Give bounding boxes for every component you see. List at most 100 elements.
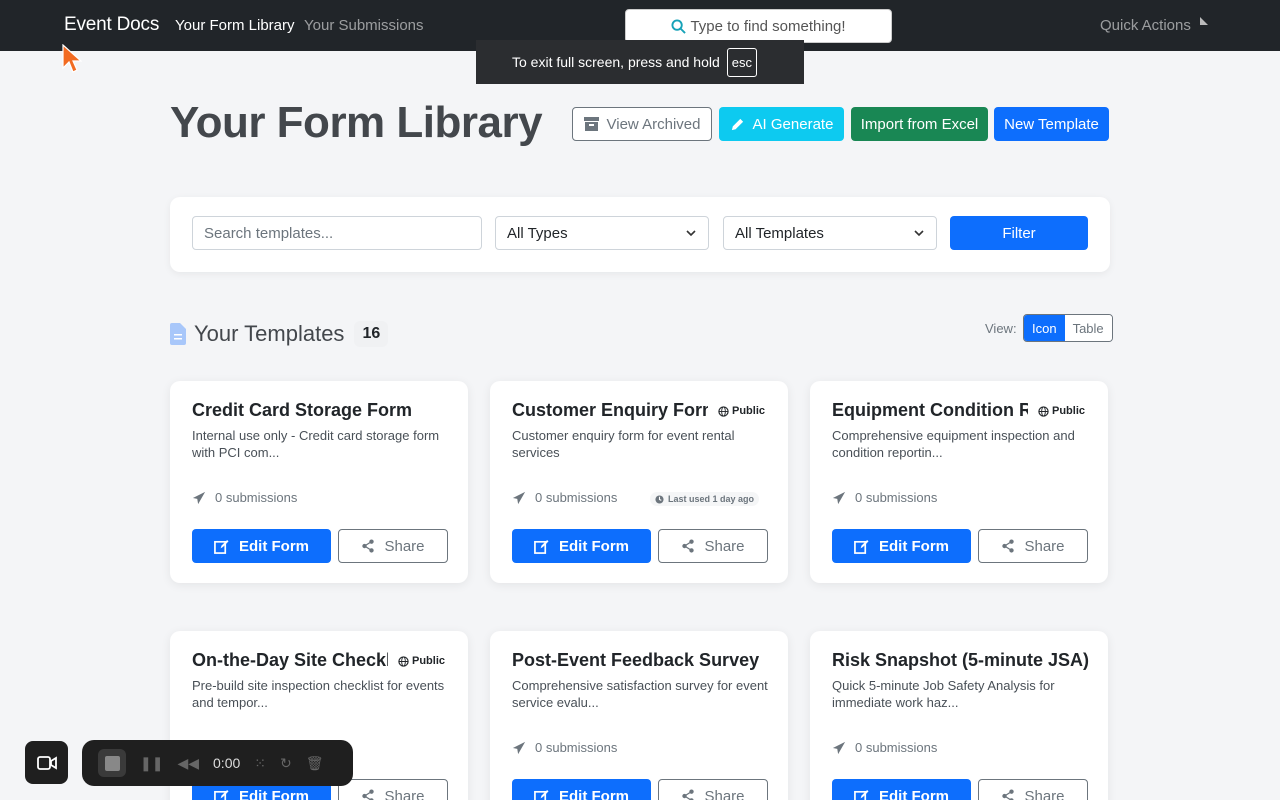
nav-link-submissions[interactable]: Your Submissions [304, 17, 424, 34]
card-title[interactable]: Risk Snapshot (5-minute JSA) [832, 650, 1102, 671]
rewind-icon[interactable]: ◀◀ [177, 755, 199, 772]
pause-icon[interactable]: ❚❚ [140, 755, 163, 772]
template-count-badge: 16 [354, 321, 389, 347]
submission-count: 0 submissions [832, 740, 937, 755]
import-excel-button[interactable]: Import from Excel [851, 107, 988, 141]
edit-form-label: Edit Form [239, 537, 309, 555]
stop-recording-button[interactable] [98, 749, 126, 777]
share-button[interactable]: Share [978, 779, 1088, 800]
filter-panel: Search templates... All Types All Templa… [170, 197, 1110, 272]
view-icon-option[interactable]: Icon [1024, 315, 1065, 341]
edit-form-button[interactable]: Edit Form [192, 529, 331, 563]
search-icon [671, 18, 687, 34]
template-card: Credit Card Storage Form Internal use on… [170, 381, 468, 583]
restart-icon[interactable]: ↻ [280, 755, 292, 772]
share-icon [682, 539, 695, 553]
card-description: Pre-build site inspection checklist for … [192, 678, 445, 710]
edit-form-button[interactable]: Edit Form [512, 779, 651, 800]
mouse-cursor-icon [62, 44, 82, 73]
template-card: Equipment Condition Report Public Compre… [810, 381, 1108, 583]
card-title[interactable]: Credit Card Storage Form [192, 400, 462, 421]
nav-link-form-library[interactable]: Your Form Library [175, 17, 295, 34]
edit-form-button[interactable]: Edit Form [832, 529, 971, 563]
type-select[interactable]: All Types [495, 216, 709, 250]
page-title: Your Form Library [170, 98, 543, 147]
view-label: View: [985, 321, 1017, 336]
quick-actions-menu[interactable]: Quick Actions [1100, 17, 1191, 34]
ai-generate-label: AI Generate [752, 115, 834, 133]
view-archived-button[interactable]: View Archived [572, 107, 712, 141]
edit-icon [534, 789, 549, 800]
public-badge: Public [1034, 405, 1086, 417]
share-button[interactable]: Share [658, 529, 768, 563]
template-scope-select[interactable]: All Templates [723, 216, 937, 250]
caret-icon [1200, 17, 1208, 25]
share-button[interactable]: Share [338, 529, 448, 563]
template-card: Customer Enquiry Form Public Customer en… [490, 381, 788, 583]
share-icon [362, 539, 375, 553]
global-search-input[interactable]: Type to find something! [625, 9, 892, 43]
grid-icon[interactable]: ⁙ [254, 755, 266, 772]
last-used-badge: Last used 1 day ago [650, 492, 760, 506]
global-search-placeholder: Type to find something! [690, 17, 846, 35]
edit-form-button[interactable]: Edit Form [832, 779, 971, 800]
card-title[interactable]: Equipment Condition Report [832, 400, 1028, 421]
new-template-label: New Template [1004, 115, 1099, 133]
view-toggle: Icon Table [1023, 314, 1113, 342]
submission-count-text: 0 submissions [535, 490, 618, 505]
view-archived-label: View Archived [606, 115, 701, 133]
filter-button[interactable]: Filter [950, 216, 1088, 250]
public-badge: Public [394, 655, 446, 667]
card-description: Comprehensive equipment inspection and c… [832, 428, 1075, 460]
share-label: Share [384, 787, 425, 800]
import-excel-label: Import from Excel [860, 115, 979, 133]
type-select-value: All Types [507, 224, 568, 242]
edit-form-button[interactable]: Edit Form [512, 529, 651, 563]
card-description: Quick 5-minute Job Safety Analysis for i… [832, 678, 1055, 710]
template-search-input[interactable]: Search templates... [192, 216, 482, 250]
submission-count: 0 submissions [512, 490, 617, 505]
screen-recorder-toolbar: ❚❚ ◀◀ 0:00 ⁙ ↻ 🗑 [82, 740, 353, 786]
document-icon [170, 323, 186, 345]
share-icon [682, 789, 695, 800]
public-label: Public [1052, 405, 1086, 417]
edit-form-label: Edit Form [559, 537, 629, 555]
share-label: Share [1024, 787, 1065, 800]
card-title[interactable]: On-the-Day Site Checklist [192, 650, 388, 671]
stop-icon [104, 755, 120, 771]
submission-count-text: 0 submissions [215, 490, 298, 505]
send-icon [832, 741, 846, 754]
share-icon [1002, 789, 1015, 800]
submission-count-text: 0 submissions [855, 490, 938, 505]
submission-count: 0 submissions [832, 490, 937, 505]
ai-generate-button[interactable]: AI Generate [719, 107, 844, 141]
share-button[interactable]: Share [978, 529, 1088, 563]
send-icon [512, 741, 526, 754]
new-template-button[interactable]: New Template [994, 107, 1109, 141]
video-camera-icon [36, 755, 57, 770]
card-title[interactable]: Customer Enquiry Form [512, 400, 708, 421]
main-content: Your Form Library View Archived AI Gener… [170, 51, 1113, 800]
clock-icon [655, 494, 664, 504]
share-label: Share [384, 537, 425, 555]
submission-count-text: 0 submissions [855, 740, 938, 755]
edit-icon [854, 789, 869, 800]
edit-form-label: Edit Form [879, 537, 949, 555]
share-icon [362, 789, 375, 800]
share-button[interactable]: Share [658, 779, 768, 800]
edit-icon [214, 539, 229, 554]
trash-icon[interactable]: 🗑 [306, 755, 324, 772]
edit-icon [534, 539, 549, 554]
templates-section-header: Your Templates 16 [170, 321, 389, 347]
camera-toggle-button[interactable] [25, 741, 68, 784]
brand-logo[interactable]: Event Docs [64, 14, 159, 36]
public-label: Public [412, 655, 446, 667]
card-description: Internal use only - Credit card storage … [192, 428, 440, 460]
pencil-icon [731, 118, 743, 130]
card-title[interactable]: Post-Event Feedback Survey [512, 650, 782, 671]
view-table-option[interactable]: Table [1064, 315, 1112, 341]
chevron-down-icon [914, 230, 924, 237]
share-button[interactable]: Share [338, 779, 448, 800]
section-title: Your Templates [194, 321, 345, 346]
template-card: Risk Snapshot (5-minute JSA) Quick 5-min… [810, 631, 1108, 800]
